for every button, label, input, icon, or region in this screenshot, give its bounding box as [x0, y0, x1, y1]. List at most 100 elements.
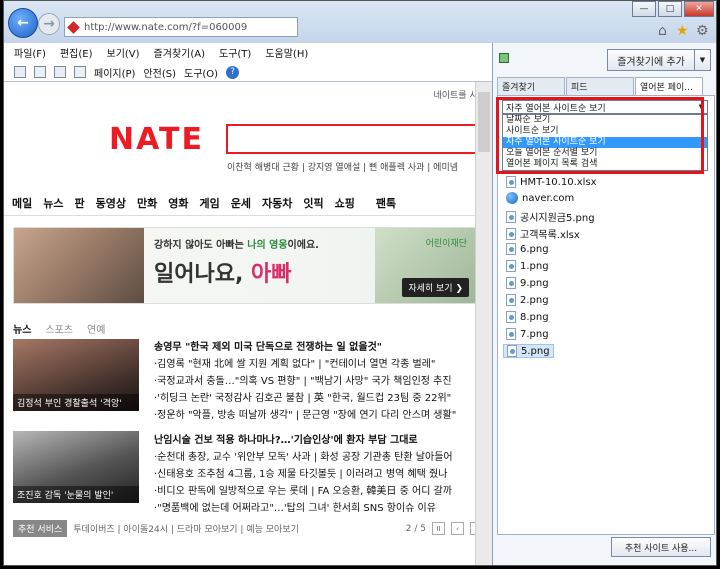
- home-command-icon[interactable]: [14, 66, 26, 78]
- pin-panel-icon[interactable]: [499, 53, 509, 63]
- thumbnail-caption: 조진호 감독 '눈물의 발인': [13, 486, 139, 503]
- close-button[interactable]: ✕: [684, 1, 714, 17]
- banner-cta-button[interactable]: 자세히 보기 ❯: [402, 278, 469, 297]
- favorites-star-icon[interactable]: ★: [676, 23, 689, 39]
- history-item[interactable]: 1.png: [506, 260, 549, 272]
- back-button[interactable]: ←: [8, 8, 38, 38]
- cat-pann[interactable]: 판: [75, 195, 85, 211]
- print-icon[interactable]: [74, 66, 86, 78]
- cat-comics[interactable]: 만화: [137, 195, 157, 211]
- cat-fortune[interactable]: 운세: [231, 195, 251, 211]
- headline-link[interactable]: ·비디오 판독에 일방적으로 우는 롯데 | FA 오승환, 韓美日 중 어디 …: [154, 482, 484, 497]
- forward-button[interactable]: →: [38, 13, 60, 35]
- page-menu[interactable]: 페이지(P): [94, 65, 135, 80]
- service-links[interactable]: 투데이버즈 | 아이돌24시 | 드라마 모아보기 | 예능 모아보기: [73, 522, 299, 535]
- tools-menu[interactable]: 도구(O): [184, 65, 218, 80]
- cat-fantalk[interactable]: 팬톡: [376, 195, 396, 211]
- search-input[interactable]: [226, 124, 492, 154]
- history-item[interactable]: naver.com: [506, 192, 574, 204]
- maximize-button[interactable]: □: [658, 1, 682, 17]
- file-icon: [506, 328, 516, 340]
- add-favorites-dropdown-button[interactable]: ▼: [695, 49, 711, 71]
- menu-file[interactable]: 파일(F): [14, 45, 46, 61]
- thumbnail-caption: 김정석 부인 경찰출석 '격앙': [13, 394, 139, 411]
- headline-top-1[interactable]: 송영무 "한국 제외 미국 단독으로 전쟁하는 일 없을것": [154, 338, 484, 353]
- cat-shopping[interactable]: 쇼핑: [335, 195, 355, 211]
- headline-link[interactable]: ·"명품백에 없는데 어쩌라고"…'탑의 그녀' 한서희 SNS 항이슈 이유: [154, 499, 484, 514]
- news-tabs: 뉴스 스포츠 연예: [13, 321, 105, 336]
- tab-sports[interactable]: 스포츠: [45, 321, 73, 336]
- prev-button[interactable]: ‹: [451, 522, 464, 535]
- cat-video[interactable]: 동영상: [96, 195, 126, 211]
- ad-banner[interactable]: 강하지 않아도 아빠는 나의 영웅이에요. 일어나요, 아빠 어린이재단 자세히…: [13, 227, 476, 304]
- history-item[interactable]: 9.png: [506, 277, 549, 289]
- safety-menu[interactable]: 안전(S): [143, 65, 176, 80]
- banner-brand: 어린이재단: [425, 239, 467, 249]
- suggested-sites-button[interactable]: 추천 사이트 사용...: [611, 537, 711, 557]
- minimize-button[interactable]: —: [632, 1, 656, 17]
- page-scrollbar[interactable]: [475, 82, 492, 565]
- scrollbar-thumb[interactable]: [478, 92, 490, 152]
- tab-favorites[interactable]: 즐겨찾기: [497, 77, 565, 95]
- history-item[interactable]: 6.png: [506, 243, 549, 255]
- recommended-services-tab[interactable]: 추천 서비스: [13, 520, 68, 537]
- headline-link[interactable]: ·순천대 총장, 교수 '위안부 모독' 사과 | 화성 공장 기관총 탄환 날…: [154, 448, 484, 463]
- headline-link[interactable]: ·정운하 "악플, 방송 떠날까 생각" | 문근영 "장에 연기 다리 안스며…: [154, 406, 484, 421]
- history-item-selected[interactable]: 5.png: [503, 344, 554, 358]
- tab-news[interactable]: 뉴스: [13, 321, 31, 336]
- history-item[interactable]: 7.png: [506, 328, 549, 340]
- option-search-history[interactable]: 열어본 페이지 목록 검색: [503, 159, 707, 170]
- page-indicator: 2 / 5: [405, 523, 426, 534]
- file-icon: [506, 260, 516, 272]
- file-icon: [507, 345, 517, 357]
- option-by-site[interactable]: 사이트순 보기: [503, 126, 707, 137]
- tab-entertainment[interactable]: 연예: [87, 321, 105, 336]
- add-to-favorites-button[interactable]: 즐겨찾기에 추가: [607, 49, 695, 71]
- history-item[interactable]: 고객목록.xlsx: [506, 226, 580, 241]
- mail-icon[interactable]: [54, 66, 66, 78]
- tab-history[interactable]: 열어본 페이...: [635, 77, 703, 95]
- command-bar: 페이지(P) 안전(S) 도구(O) ?: [14, 63, 240, 81]
- headline-link[interactable]: ·신태용호 조추첨 4그룹, 1승 제물 타깃볼듯 | 이러려고 병역 혜택 줬…: [154, 465, 484, 480]
- menu-help[interactable]: 도움말(H): [265, 45, 308, 61]
- cat-movie[interactable]: 영화: [168, 195, 188, 211]
- menu-bar: 파일(F) 편집(E) 보기(V) 즐겨찾기(A) 도구(T) 도움말(H): [14, 45, 308, 61]
- trending-keywords[interactable]: 이찬혁 해병대 근황 | 강지영 열애설 | 삔 애플렉 사과 | 에미넴: [227, 160, 458, 173]
- menu-favorites[interactable]: 즐겨찾기(A): [154, 45, 205, 61]
- option-most-visited[interactable]: 자주 열어본 사이트순 보기: [503, 137, 707, 148]
- menu-view[interactable]: 보기(V): [107, 45, 140, 61]
- file-icon: [506, 176, 516, 188]
- pause-button[interactable]: II: [432, 522, 445, 535]
- history-view-select[interactable]: 자주 열어본 사이트순 보기 ▼: [502, 100, 708, 114]
- address-bar[interactable]: http://www.nate.com/?f=060009: [64, 17, 298, 37]
- headline-link[interactable]: ·김영록 "현재 北에 쌀 지원 계획 없다" | "컨테이너 열면 각종 벌레…: [154, 355, 484, 370]
- history-item[interactable]: 공시지원금5.png: [506, 209, 595, 224]
- news-thumbnail-2[interactable]: 조진호 감독 '눈물의 발인': [13, 431, 139, 503]
- service-pager: 추천 서비스 투데이버즈 | 아이돌24시 | 드라마 모아보기 | 예능 모아…: [13, 520, 483, 537]
- cat-game[interactable]: 게임: [200, 195, 220, 211]
- cat-mail[interactable]: 메일: [12, 195, 32, 211]
- gear-icon[interactable]: ⚙: [696, 23, 709, 39]
- cat-car[interactable]: 자동차: [262, 195, 292, 211]
- feeds-icon[interactable]: [34, 66, 46, 78]
- title-bar: ← → http://www.nate.com/?f=060009 — □ ✕ …: [4, 1, 716, 43]
- cat-itpick[interactable]: 잇픽: [303, 195, 323, 211]
- history-item[interactable]: 2.png: [506, 294, 549, 306]
- menu-edit[interactable]: 편집(E): [60, 45, 93, 61]
- option-by-date[interactable]: 날짜순 보기: [503, 115, 707, 126]
- headline-top-2[interactable]: 난임시술 건보 적용 하나마나?…'기습인상'에 환자 부담 그대로: [154, 431, 484, 446]
- file-icon: [506, 210, 516, 223]
- file-icon: [506, 243, 516, 255]
- tab-feeds[interactable]: 피드: [566, 77, 634, 95]
- news-thumbnail-1[interactable]: 김정석 부인 경찰출석 '격앙': [13, 339, 139, 411]
- nate-logo[interactable]: NATE: [109, 122, 204, 157]
- history-item[interactable]: HMT-10.10.xlsx: [506, 176, 597, 188]
- help-icon[interactable]: ?: [226, 65, 240, 79]
- cat-news[interactable]: 뉴스: [43, 195, 63, 211]
- home-icon[interactable]: ⌂: [658, 23, 667, 39]
- headline-link[interactable]: ·국정교과서 충돌…"의혹 VS 편향" | "백남기 사망" 국가 책임인정 …: [154, 372, 484, 387]
- option-order-today[interactable]: 오늘 열어본 순서별 보기: [503, 148, 707, 159]
- headline-link[interactable]: ·'히딩크 논란' 국정감사 김호곤 불참 | 英 "한국, 월드컵 23팀 중…: [154, 389, 484, 404]
- menu-tools[interactable]: 도구(T): [219, 45, 251, 61]
- history-item[interactable]: 8.png: [506, 311, 549, 323]
